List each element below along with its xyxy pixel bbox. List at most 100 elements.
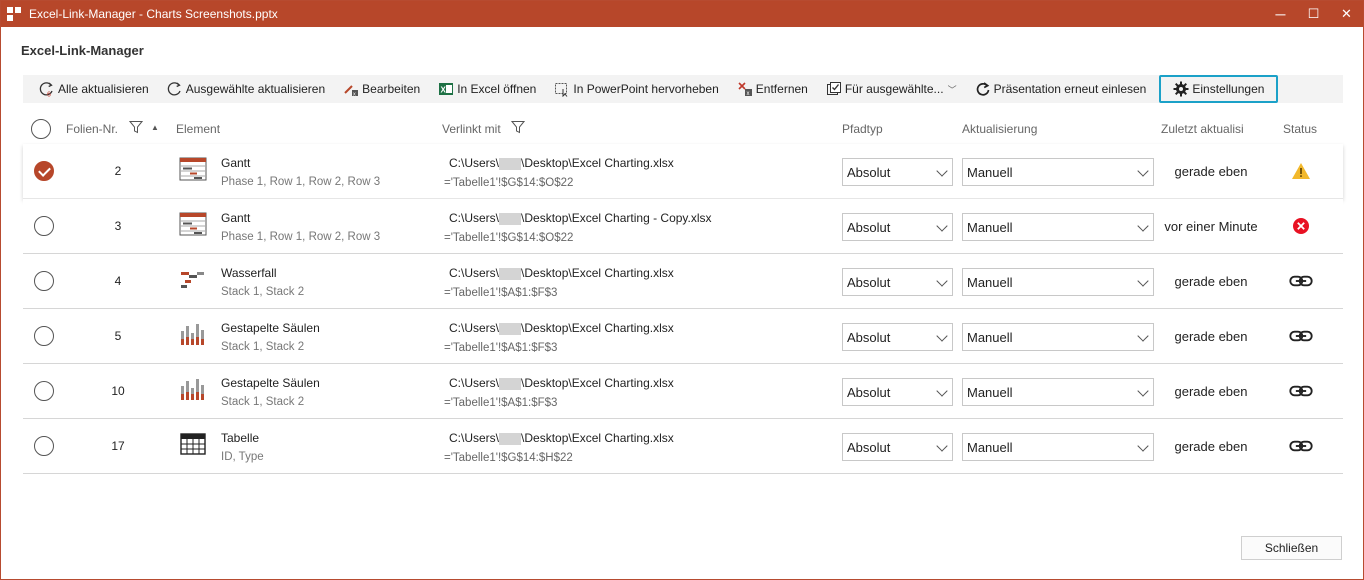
settings-button[interactable]: Einstellungen xyxy=(1159,75,1279,103)
dialog-title: Excel-Link-Manager xyxy=(21,43,144,58)
table-row[interactable]: 2 Gantt Phase 1, Row 1, Row 2, Row 3 C:\Use… xyxy=(23,144,1343,199)
row-select-radio[interactable] xyxy=(34,216,54,236)
checklist-icon xyxy=(826,81,842,97)
minimize-button[interactable]: ─ xyxy=(1264,1,1297,27)
element-name: Wasserfall xyxy=(221,266,277,280)
table-row[interactable]: 17 Tabelle ID, Type C:\Users\ \Desktop\Excel… xyxy=(23,419,1343,474)
filter-icon[interactable] xyxy=(510,120,526,137)
table-row[interactable]: 3 Gantt Phase 1, Row 1, Row 2, Row 3 C:\Use… xyxy=(23,199,1343,254)
element-detail: Phase 1, Row 1, Row 2, Row 3 xyxy=(221,176,381,188)
window-title: Excel-Link-Manager - Charts Screenshots.… xyxy=(29,7,278,21)
path-type-select[interactable]: Absolut xyxy=(842,378,953,406)
waterfall-icon xyxy=(179,267,207,291)
last-updated: gerade eben xyxy=(1174,439,1248,454)
path-type-value: Absolut xyxy=(847,219,891,235)
linked-path: C:\Users\ \Desktop\Excel Charting.xlsx xyxy=(449,266,674,280)
open-in-excel-button[interactable]: X In Excel öffnen xyxy=(429,75,545,103)
path-prefix: C:\Users\ xyxy=(449,211,500,225)
settings-label: Einstellungen xyxy=(1192,82,1265,96)
select-all-radio[interactable] xyxy=(31,119,51,139)
stacked-bar-icon xyxy=(179,322,207,346)
element-detail: Stack 1, Stack 2 xyxy=(221,396,305,408)
last-updated: gerade eben xyxy=(1174,274,1248,289)
column-element: Element xyxy=(176,122,221,136)
element-detail: Stack 1, Stack 2 xyxy=(221,341,305,353)
highlight-in-powerpoint-button[interactable]: In PowerPoint hervorheben xyxy=(545,75,727,103)
gantt-icon xyxy=(179,212,207,236)
link-icon xyxy=(1289,270,1313,292)
row-select-radio[interactable] xyxy=(34,161,54,181)
path-type-value: Absolut xyxy=(847,384,891,400)
row-select-radio[interactable] xyxy=(34,436,54,456)
for-selected-label: Für ausgewählte... xyxy=(844,82,944,96)
redacted-username xyxy=(499,157,522,170)
chevron-down-icon xyxy=(1137,275,1149,287)
path-prefix: C:\Users\ xyxy=(449,266,500,280)
close-button[interactable]: Schließen xyxy=(1241,536,1342,560)
path-suffix: \Desktop\Excel Charting.xlsx xyxy=(521,156,674,170)
remove-label: Entfernen xyxy=(755,82,808,96)
row-select-radio[interactable] xyxy=(34,271,54,291)
app-window: Excel-Link-Manager - Charts Screenshots.… xyxy=(0,0,1364,580)
refresh-all-button[interactable]: 6 Alle aktualisieren xyxy=(23,75,158,103)
path-suffix: \Desktop\Excel Charting.xlsx xyxy=(521,266,674,280)
link-icon xyxy=(1289,380,1313,402)
path-type-select[interactable]: Absolut xyxy=(842,158,953,186)
filter-icon[interactable] xyxy=(128,120,144,137)
gear-icon xyxy=(1173,81,1189,97)
update-mode-select[interactable]: Manuell xyxy=(962,268,1154,296)
update-mode-select[interactable]: Manuell xyxy=(962,378,1154,406)
column-last-updated: Zuletzt aktualisi xyxy=(1161,122,1244,136)
chevron-down-icon xyxy=(1137,385,1149,397)
linked-path: C:\Users\ \Desktop\Excel Charting.xlsx xyxy=(449,431,674,445)
path-type-select[interactable]: Absolut xyxy=(842,323,953,351)
reload-presentation-button[interactable]: Präsentation erneut einlesen xyxy=(966,75,1156,103)
chevron-down-icon xyxy=(1137,165,1149,177)
table-row[interactable]: 5 Gestapelte Säulen Stack 1, Stack 2 C:\Use… xyxy=(23,309,1343,364)
for-selected-dropdown[interactable]: Für ausgewählte... ﹀ xyxy=(817,75,966,103)
refresh-all-icon: 6 xyxy=(39,81,55,97)
update-mode-value: Manuell xyxy=(967,329,1013,345)
linked-range: ='Tabelle1'!$G$14:$H$22 xyxy=(444,452,573,464)
link-icon xyxy=(1289,325,1313,347)
edit-label: Bearbeiten xyxy=(362,82,421,96)
table-header: Folien-Nr. ▲ Element Verlinkt mit Pfadty… xyxy=(23,114,1343,144)
update-mode-select[interactable]: Manuell xyxy=(962,158,1154,186)
path-type-select[interactable]: Absolut xyxy=(842,268,953,296)
update-mode-select[interactable]: Manuell xyxy=(962,323,1154,351)
path-prefix: C:\Users\ xyxy=(449,431,500,445)
error-icon xyxy=(1289,215,1313,237)
table-icon xyxy=(179,432,207,456)
update-mode-select[interactable]: Manuell xyxy=(962,213,1154,241)
update-mode-select[interactable]: Manuell xyxy=(962,433,1154,461)
redacted-username xyxy=(499,212,522,225)
path-type-select[interactable]: Absolut xyxy=(842,433,953,461)
title-bar: Excel-Link-Manager - Charts Screenshots.… xyxy=(1,1,1363,27)
svg-text:X: X xyxy=(441,86,447,95)
table-row[interactable]: 10 Gestapelte Säulen Stack 1, Stack 2 C:\Us… xyxy=(23,364,1343,419)
refresh-selected-button[interactable]: Ausgewählte aktualisieren xyxy=(158,75,334,103)
redacted-username xyxy=(499,377,522,390)
highlight-select-icon xyxy=(554,81,570,97)
element-name: Tabelle xyxy=(221,431,260,445)
reload-icon xyxy=(975,81,991,97)
refresh-icon xyxy=(167,81,183,97)
close-window-button[interactable]: ✕ xyxy=(1330,1,1363,27)
path-type-select[interactable]: Absolut xyxy=(842,213,953,241)
row-select-radio[interactable] xyxy=(34,381,54,401)
slide-number: 5 xyxy=(114,329,122,343)
excel-icon: X xyxy=(438,81,454,97)
chevron-down-icon xyxy=(936,440,948,452)
table-row[interactable]: 4 Wasserfall Stack 1, Stack 2 C:\Users\ \Des… xyxy=(23,254,1343,309)
edit-button[interactable]: x Bearbeiten xyxy=(334,75,429,103)
remove-button[interactable]: x Entfernen xyxy=(728,75,817,103)
chevron-down-icon xyxy=(936,165,948,177)
column-linked: Verlinkt mit xyxy=(442,122,501,136)
slide-number: 17 xyxy=(111,439,125,453)
update-mode-value: Manuell xyxy=(967,439,1013,455)
maximize-button[interactable]: ☐ xyxy=(1297,1,1330,27)
slide-number: 2 xyxy=(114,164,122,178)
row-select-radio[interactable] xyxy=(34,326,54,346)
slide-number: 10 xyxy=(111,384,125,398)
sort-asc-icon[interactable]: ▲ xyxy=(151,123,159,132)
